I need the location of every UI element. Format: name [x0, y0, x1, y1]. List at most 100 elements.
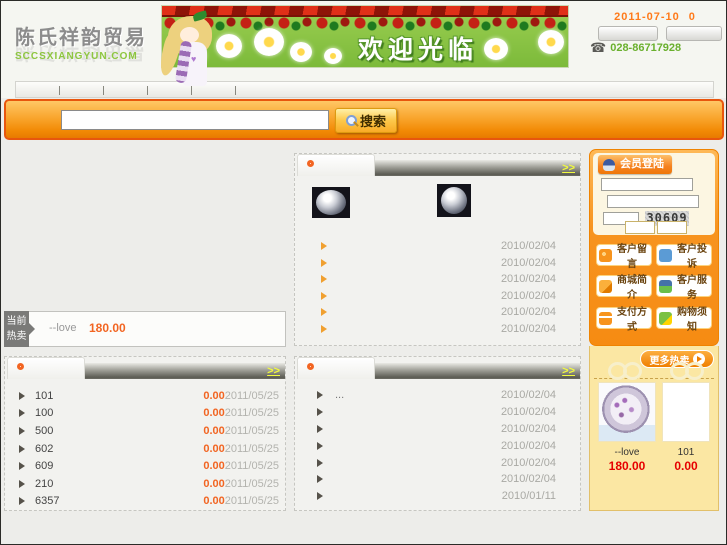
search-button[interactable]: 搜索 [335, 108, 397, 133]
list-item[interactable]: 2010/02/04 [295, 321, 580, 338]
username-field[interactable] [601, 178, 693, 191]
notice-panel: >> ... 2010/02/04 2010/02/04 2010/02/04 2… [294, 356, 581, 511]
notice-panel-tab [297, 357, 375, 379]
bullet-icon [19, 409, 25, 418]
bullet-icon [321, 324, 327, 333]
product-panel-tab [7, 357, 85, 379]
hot-product-price: 0.00 [674, 459, 698, 473]
logo-title: 陈氏祥韵贸易 [15, 27, 147, 49]
news-panel: >> 2010/02/04 2010/02/04 2010/02/04 2010… [294, 153, 581, 346]
bullet-icon [321, 291, 327, 300]
header-date: 2011-07-10 0 [614, 11, 696, 23]
hot-product-image-1[interactable] [598, 382, 656, 442]
nav-item-3[interactable] [104, 86, 148, 95]
hot-now-item-name[interactable]: --love [49, 322, 77, 334]
hot-product-price: 180.00 [608, 459, 646, 473]
service-button-message[interactable]: 客户留言 [596, 244, 652, 270]
ring-icon [17, 363, 24, 370]
table-row[interactable]: 6357 0.00 2011/05/25 [5, 493, 285, 511]
table-row[interactable]: 101 0.00 2011/05/25 [5, 387, 285, 405]
table-row[interactable]: 609 0.00 2011/05/25 [5, 457, 285, 475]
magnifier-icon [345, 115, 357, 126]
news-more-link[interactable]: >> [562, 162, 575, 174]
password-field[interactable] [607, 195, 699, 208]
list-item[interactable]: 2010/01/11 [295, 488, 580, 505]
bullet-icon [19, 444, 25, 453]
bullet-icon [321, 308, 327, 317]
news-thumbnail-1[interactable] [312, 187, 350, 218]
service-button-complaint[interactable]: 客户投诉 [656, 244, 712, 270]
news-thumbnail-2[interactable] [437, 184, 471, 217]
list-item[interactable]: 2010/02/04 [295, 271, 580, 288]
table-row[interactable]: 210 0.00 2011/05/25 [5, 475, 285, 493]
header-phone: ☎ 028-86717928 [590, 40, 682, 55]
flower-icon [484, 38, 508, 60]
table-row[interactable]: 500 0.00 2011/05/25 [5, 422, 285, 440]
bullet-icon [317, 441, 323, 450]
notice-panel-bar [375, 363, 580, 379]
flower-icon [324, 48, 342, 64]
notice-more-link[interactable]: >> [562, 365, 575, 377]
product-panel-bar [85, 363, 285, 379]
flower-icon [538, 30, 564, 54]
hot-product-image-2[interactable] [662, 382, 710, 442]
member-login-title: 会员登陆 [598, 155, 672, 174]
header-button-2[interactable] [666, 26, 722, 41]
login-reset-button[interactable] [657, 221, 687, 234]
bullet-icon [317, 408, 323, 417]
hot-product-name[interactable]: --love [598, 447, 656, 458]
bullet-icon [19, 391, 25, 400]
bullet-icon [317, 492, 323, 501]
bullet-icon [19, 462, 25, 471]
flower-icon [290, 42, 312, 62]
service-icon [659, 279, 672, 293]
news-list: 2010/02/04 2010/02/04 2010/02/04 2010/02… [295, 238, 580, 337]
service-button-payment[interactable]: 支付方式 [596, 307, 652, 333]
logo-domain: SCCSXIANGYUN.COM [15, 51, 138, 62]
news-panel-bar [375, 160, 580, 176]
table-row[interactable]: 602 0.00 2011/05/25 [5, 440, 285, 458]
person-icon [603, 159, 615, 171]
table-row[interactable]: 100 0.00 2011/05/25 [5, 405, 285, 423]
product-list: 101 0.00 2011/05/25 100 0.00 2011/05/25 500 0… [5, 387, 285, 510]
phone-icon: ☎ [590, 40, 607, 55]
search-input[interactable] [61, 110, 329, 130]
nav-item-2[interactable] [60, 86, 104, 95]
ribbon-bow-icon [608, 362, 642, 380]
nav-item-1[interactable] [16, 86, 60, 95]
list-item[interactable]: 2010/02/04 [295, 404, 580, 421]
service-button-service[interactable]: 客户服务 [656, 275, 712, 301]
service-button-notice[interactable]: 购物须知 [656, 307, 712, 333]
list-item[interactable]: 2010/02/04 [295, 471, 580, 488]
list-item[interactable]: 2010/02/04 [295, 437, 580, 454]
bullet-icon [19, 479, 25, 488]
header-button-1[interactable] [598, 26, 658, 41]
list-item[interactable]: 2010/02/04 [295, 454, 580, 471]
nav-item-6[interactable] [236, 86, 713, 95]
message-icon [599, 248, 612, 262]
hot-now-strip: 当前 热卖 --love 180.00 [4, 311, 286, 347]
login-submit-button[interactable] [625, 221, 655, 234]
list-item[interactable]: 2010/02/04 [295, 238, 580, 255]
hot-product-name[interactable]: 101 [662, 447, 710, 458]
bullet-icon [317, 424, 323, 433]
list-item[interactable]: 2010/02/04 [295, 304, 580, 321]
list-item[interactable]: ... 2010/02/04 [295, 387, 580, 404]
intro-icon [599, 279, 612, 293]
ring-icon [307, 160, 314, 167]
bullet-icon [321, 258, 327, 267]
product-more-link[interactable]: >> [267, 365, 280, 377]
list-item[interactable]: 2010/02/04 [295, 421, 580, 438]
site-logo[interactable]: 陈氏祥韵贸易 陈氏祥韵贸易 SCCSXIANGYUN.COM [15, 13, 165, 71]
welcome-text: 欢迎光临 [358, 36, 479, 64]
hot-now-tag: 当前 热卖 [4, 311, 35, 347]
list-item[interactable]: 2010/02/04 [295, 255, 580, 272]
welcome-banner: ♥ 欢迎光临 [156, 5, 569, 86]
bullet-icon [19, 497, 25, 506]
banner-girl-illustration: ♥ [156, 10, 226, 88]
main-nav [15, 81, 714, 98]
list-item[interactable]: 2010/02/04 [295, 288, 580, 305]
service-button-intro[interactable]: 商城简介 [596, 275, 652, 301]
complaint-icon [659, 248, 672, 262]
product-list-panel: >> 101 0.00 2011/05/25 100 0.00 2011/05/25 5… [4, 356, 286, 511]
